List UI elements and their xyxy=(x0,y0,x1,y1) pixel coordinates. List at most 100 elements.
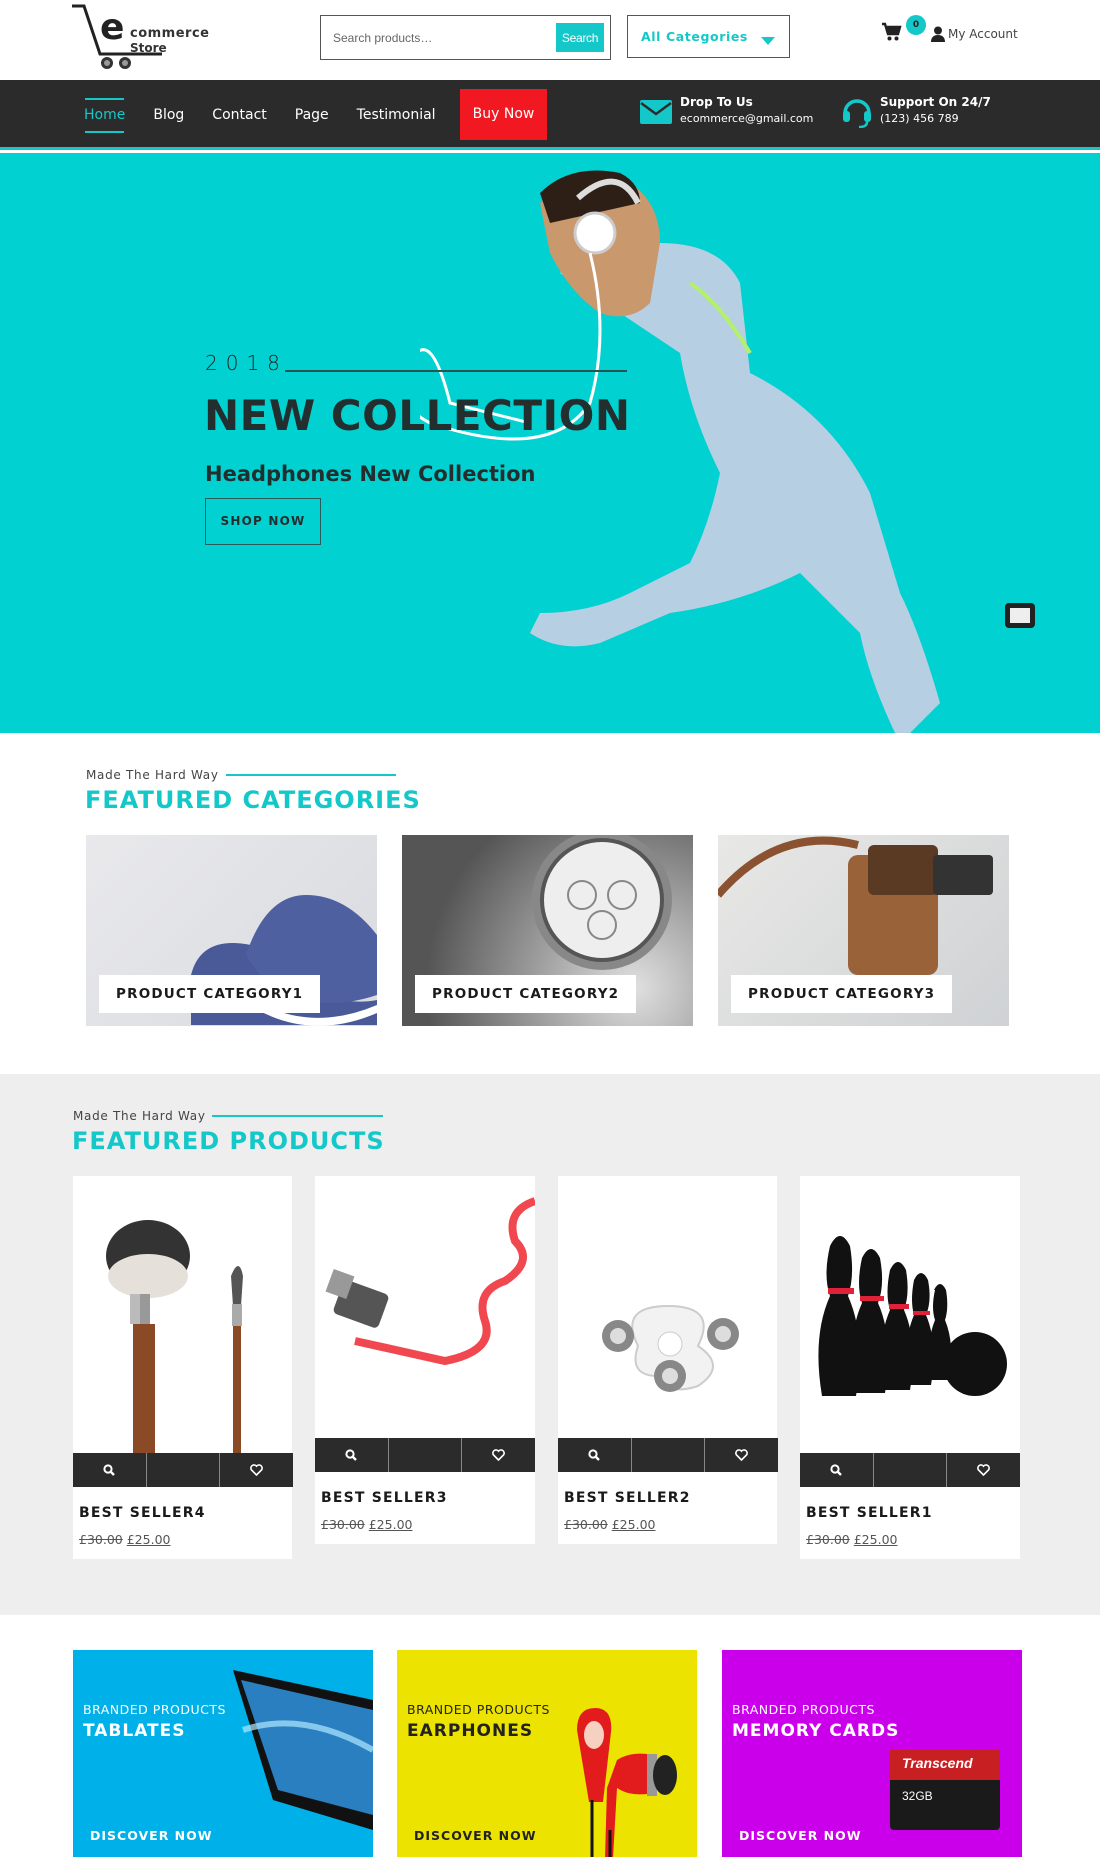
products-title: FEATURED PRODUCTS xyxy=(72,1127,385,1155)
search-icon xyxy=(103,1464,116,1476)
email-value[interactable]: ecommerce@gmail.com xyxy=(680,110,813,128)
product-card[interactable]: BEST SELLER3 £30.00 £25.00 xyxy=(315,1176,535,1544)
category-label: PRODUCT CATEGORY2 xyxy=(415,975,637,1013)
buy-now-button[interactable]: Buy Now xyxy=(460,89,547,140)
support-phone[interactable]: (123) 456 789 xyxy=(880,110,991,128)
nav-testimonial[interactable]: Testimonial xyxy=(343,105,450,125)
product-price: £30.00 £25.00 xyxy=(321,1517,412,1532)
user-icon xyxy=(931,26,945,42)
support-contact: Support On 24/7 (123) 456 789 xyxy=(842,94,991,128)
categories-title: FEATURED CATEGORIES xyxy=(85,786,421,814)
nav-home[interactable]: Home xyxy=(70,98,139,133)
category-label: PRODUCT CATEGORY3 xyxy=(731,975,953,1013)
envelope-icon xyxy=(640,100,672,124)
discover-now-link[interactable]: DISCOVER NOW xyxy=(739,1828,862,1843)
categories-kicker: Made The Hard Way xyxy=(86,768,219,782)
heart-icon xyxy=(977,1464,991,1476)
hero-divider xyxy=(285,370,627,372)
category-card-3[interactable]: PRODUCT CATEGORY3 xyxy=(718,835,1009,1026)
earphones-image xyxy=(577,1708,677,1857)
email-contact: Drop To Us ecommerce@gmail.com xyxy=(640,94,813,128)
sale-price: £25.00 xyxy=(126,1532,171,1547)
old-price: £30.00 xyxy=(806,1532,850,1547)
banner-kicker: BRANDED PRODUCTS xyxy=(407,1702,550,1717)
product-price: £30.00 £25.00 xyxy=(79,1532,170,1547)
email-title: Drop To Us xyxy=(680,95,753,109)
product-card[interactable]: BEST SELLER4 £30.00 £25.00 xyxy=(73,1176,293,1559)
category-select[interactable]: All Categories xyxy=(627,15,790,58)
product-card[interactable]: BEST SELLER2 £30.00 £25.00 xyxy=(558,1176,778,1544)
product-actions xyxy=(315,1438,535,1472)
banner-title: TABLATES xyxy=(83,1721,186,1741)
nav-links: Home Blog Contact Page Testimonial xyxy=(70,80,450,150)
category-card-2[interactable]: PRODUCT CATEGORY2 xyxy=(402,835,693,1026)
hero-year: 2018 xyxy=(205,351,288,375)
category-select-value: All Categories xyxy=(641,29,748,44)
product-name[interactable]: BEST SELLER4 xyxy=(79,1505,206,1521)
sale-price: £25.00 xyxy=(368,1517,413,1532)
product-card[interactable]: BEST SELLER1 £30.00 £25.00 xyxy=(800,1176,1020,1559)
search-icon xyxy=(345,1449,358,1461)
headset-icon xyxy=(843,99,871,128)
wishlist-button[interactable] xyxy=(462,1438,535,1472)
caret-down-icon xyxy=(761,37,775,45)
nav-contact[interactable]: Contact xyxy=(198,105,280,125)
categories-divider xyxy=(226,774,396,776)
brush-image xyxy=(106,1220,243,1453)
products-divider xyxy=(212,1115,383,1117)
product-price: £30.00 £25.00 xyxy=(564,1517,655,1532)
hero-banner: 2018 NEW COLLECTION Headphones New Colle… xyxy=(0,153,1100,733)
memory-card-image: Transcend 32GB xyxy=(890,1750,1000,1830)
wishlist-button[interactable] xyxy=(947,1453,1020,1487)
sale-price: £25.00 xyxy=(611,1517,656,1532)
quick-view-button[interactable] xyxy=(558,1438,632,1472)
shop-now-button[interactable]: SHOP NOW xyxy=(205,498,321,545)
hero-runner-image xyxy=(420,170,1035,733)
logo-letter: e xyxy=(100,7,125,48)
logo[interactable]: e commerce Store xyxy=(70,2,220,74)
discover-now-link[interactable]: DISCOVER NOW xyxy=(90,1828,213,1843)
site-header: e commerce Store Search All Categories 0… xyxy=(0,0,1100,80)
wishlist-button[interactable] xyxy=(705,1438,778,1472)
quick-view-button[interactable] xyxy=(73,1453,147,1487)
quick-view-button[interactable] xyxy=(315,1438,389,1472)
product-name[interactable]: BEST SELLER1 xyxy=(806,1505,933,1521)
search-button[interactable]: Search xyxy=(556,23,604,52)
banner-earphones[interactable]: BRANDED PRODUCTS EARPHONES DISCOVER NOW xyxy=(397,1650,697,1857)
hero-subtitle: Headphones New Collection xyxy=(205,462,536,486)
banner-memory-cards[interactable]: Transcend 32GB BRANDED PRODUCTS MEMORY C… xyxy=(722,1650,1022,1857)
discover-now-link[interactable]: DISCOVER NOW xyxy=(414,1828,537,1843)
cart-icon[interactable] xyxy=(882,22,902,42)
spinner-image xyxy=(602,1304,739,1392)
quick-view-button[interactable] xyxy=(800,1453,874,1487)
banner-tablets[interactable]: BRANDED PRODUCTS TABLATES DISCOVER NOW xyxy=(73,1650,373,1857)
product-name[interactable]: BEST SELLER2 xyxy=(564,1490,691,1506)
search-icon xyxy=(588,1449,601,1461)
add-to-cart-button[interactable] xyxy=(147,1453,221,1487)
bowling-image xyxy=(818,1236,1007,1396)
main-nav: Home Blog Contact Page Testimonial Buy N… xyxy=(0,80,1100,150)
my-account-link[interactable]: My Account xyxy=(931,24,1018,44)
category-card-1[interactable]: PRODUCT CATEGORY1 xyxy=(86,835,377,1026)
nav-page[interactable]: Page xyxy=(281,105,343,125)
svg-text:Transcend: Transcend xyxy=(902,1755,973,1771)
tablet-image xyxy=(233,1670,373,1830)
wishlist-button[interactable] xyxy=(220,1453,293,1487)
search-input[interactable] xyxy=(333,28,533,48)
banner-title: EARPHONES xyxy=(407,1721,534,1741)
search-form: Search xyxy=(320,15,611,60)
banner-kicker: BRANDED PRODUCTS xyxy=(732,1702,875,1717)
product-actions xyxy=(800,1453,1020,1487)
add-to-cart-button[interactable] xyxy=(632,1438,706,1472)
product-name[interactable]: BEST SELLER3 xyxy=(321,1490,448,1506)
my-account-label: My Account xyxy=(948,27,1018,41)
banner-title: MEMORY CARDS xyxy=(732,1721,900,1741)
add-to-cart-button[interactable] xyxy=(874,1453,948,1487)
nav-blog[interactable]: Blog xyxy=(139,105,198,125)
add-to-cart-button[interactable] xyxy=(389,1438,463,1472)
cart-count-badge: 0 xyxy=(906,15,926,35)
product-actions xyxy=(73,1453,293,1487)
category-label: PRODUCT CATEGORY1 xyxy=(99,975,321,1013)
search-icon xyxy=(830,1464,843,1476)
old-price: £30.00 xyxy=(321,1517,365,1532)
